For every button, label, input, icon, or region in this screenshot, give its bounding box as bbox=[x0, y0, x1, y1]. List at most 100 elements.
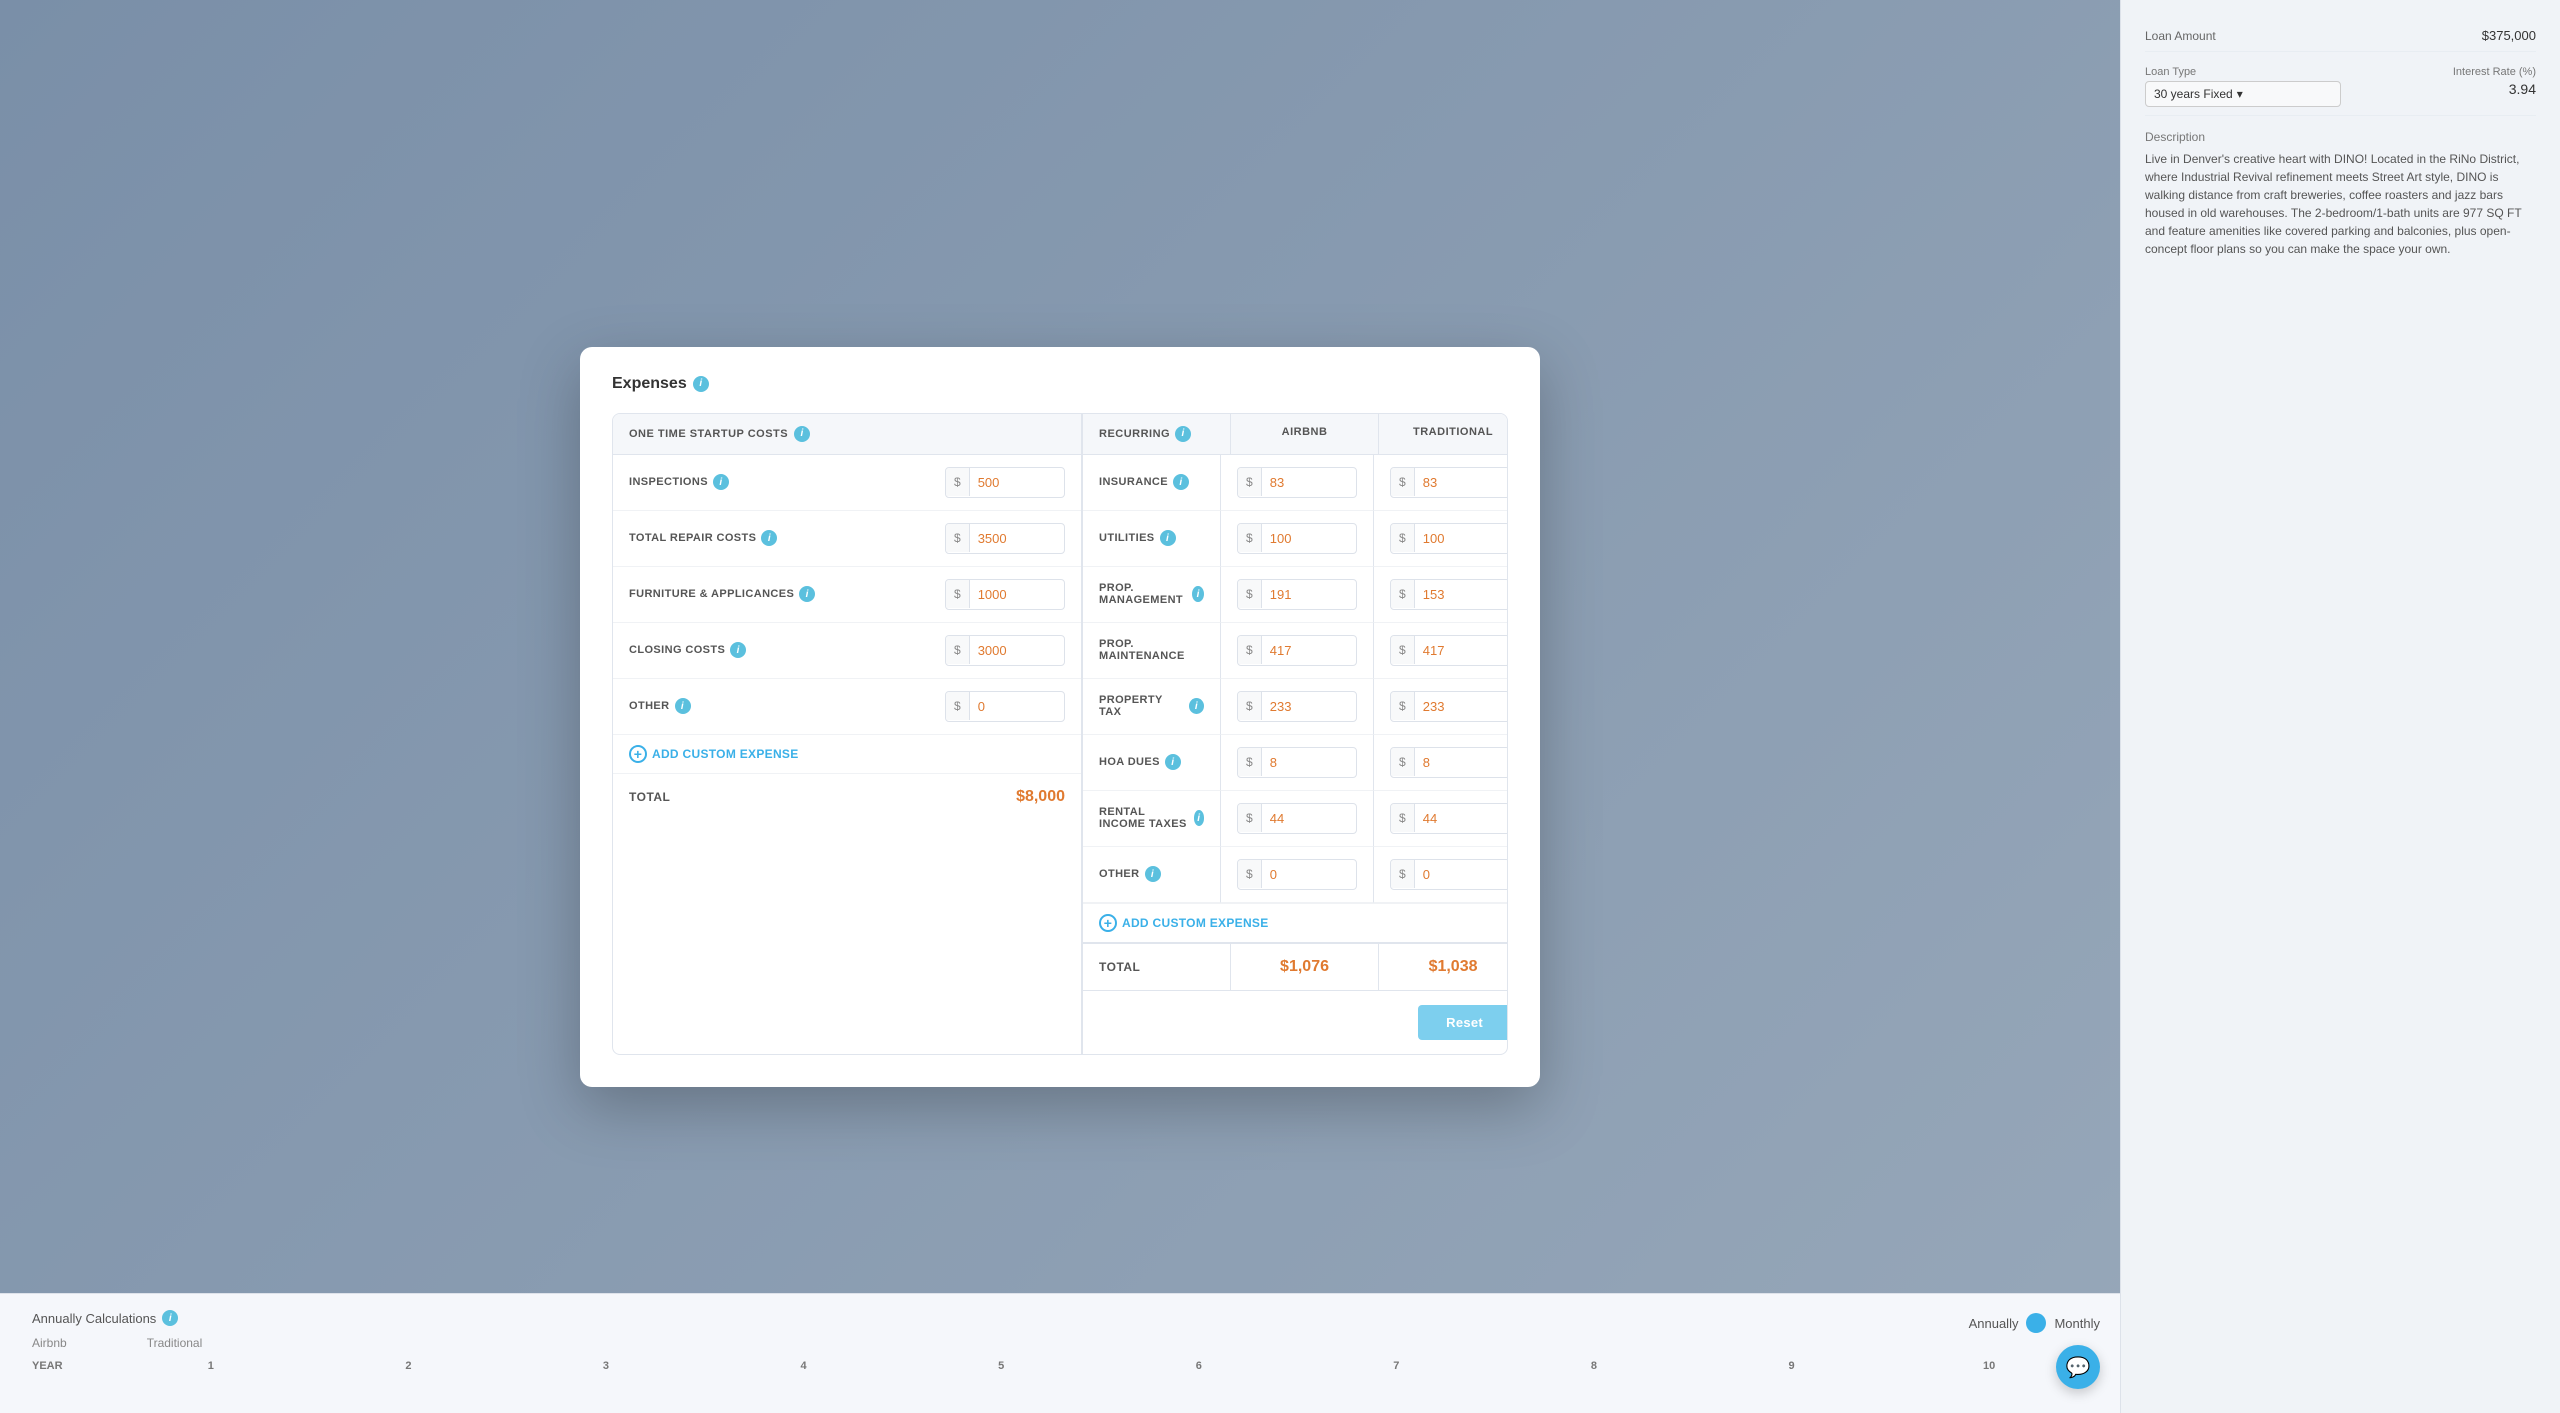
insurance-info-icon[interactable]: i bbox=[1173, 474, 1189, 490]
inspections-input[interactable] bbox=[970, 468, 1050, 497]
prop-maint-traditional-input[interactable] bbox=[1415, 636, 1495, 665]
year-7-col: 7 bbox=[1298, 1360, 1496, 1372]
left-add-custom-row: + ADD CUSTOM EXPENSE bbox=[613, 735, 1081, 774]
rental-tax-info-icon[interactable]: i bbox=[1194, 810, 1204, 826]
other-left-info-icon[interactable]: i bbox=[675, 698, 691, 714]
closing-costs-info-icon[interactable]: i bbox=[730, 642, 746, 658]
recurring-info-icon[interactable]: i bbox=[1175, 426, 1191, 442]
year-col-header: YEAR bbox=[32, 1360, 112, 1372]
annually-label: Annually bbox=[1969, 1316, 2019, 1331]
modal-overlay: Expenses i ONE TIME STARTUP COSTS i INSP… bbox=[0, 0, 2120, 1413]
utilities-label-cell: UTILITIES i bbox=[1083, 511, 1221, 567]
hoa-airbnb-input-group: $ bbox=[1237, 747, 1357, 778]
prop-mgmt-info-icon[interactable]: i bbox=[1192, 586, 1204, 602]
other-right-traditional-input[interactable] bbox=[1415, 860, 1495, 889]
hoa-label-cell: HOA DUES i bbox=[1083, 735, 1221, 791]
prop-tax-label-text: PROPERTY TAX bbox=[1099, 694, 1184, 718]
year-4-col: 4 bbox=[705, 1360, 903, 1372]
utilities-airbnb-cell: $ bbox=[1221, 511, 1374, 567]
right-add-custom-button[interactable]: + ADD CUSTOM EXPENSE bbox=[1099, 914, 1269, 932]
rental-tax-traditional-input[interactable] bbox=[1415, 804, 1495, 833]
insurance-traditional-input[interactable] bbox=[1415, 468, 1495, 497]
interest-rate-label: Interest Rate (%) bbox=[2341, 66, 2537, 78]
expenses-info-icon[interactable]: i bbox=[693, 376, 709, 392]
right-rows-grid: INSURANCE i $ $ bbox=[1083, 455, 1508, 903]
right-total-label: TOTAL bbox=[1099, 960, 1214, 974]
other-right-airbnb-currency: $ bbox=[1238, 860, 1262, 888]
prop-mgmt-traditional-input[interactable] bbox=[1415, 580, 1495, 609]
prop-mgmt-airbnb-input[interactable] bbox=[1262, 580, 1342, 609]
hoa-airbnb-input[interactable] bbox=[1262, 748, 1342, 777]
total-repair-label: TOTAL REPAIR COSTS i bbox=[629, 530, 945, 546]
insurance-airbnb-input[interactable] bbox=[1262, 468, 1342, 497]
total-repair-label-text: TOTAL REPAIR COSTS bbox=[629, 532, 756, 544]
rental-tax-label: RENTAL INCOME TAXES i bbox=[1099, 806, 1204, 830]
prop-mgmt-label-text: PROP. MANAGEMENT bbox=[1099, 582, 1187, 606]
description-label: Description bbox=[2145, 130, 2536, 144]
prop-tax-info-icon[interactable]: i bbox=[1189, 698, 1204, 714]
chat-button[interactable]: 💬 bbox=[2056, 1345, 2100, 1389]
utilities-traditional-input[interactable] bbox=[1415, 524, 1495, 553]
utilities-airbnb-currency: $ bbox=[1238, 524, 1262, 552]
total-repair-input[interactable] bbox=[970, 524, 1050, 553]
hoa-info-icon[interactable]: i bbox=[1165, 754, 1181, 770]
interest-rate-value: 3.94 bbox=[2341, 81, 2537, 97]
right-plus-circle-icon: + bbox=[1099, 914, 1117, 932]
toggle-dot[interactable] bbox=[2026, 1313, 2046, 1333]
utilities-info-icon[interactable]: i bbox=[1160, 530, 1176, 546]
reset-button[interactable]: Reset bbox=[1418, 1005, 1508, 1040]
loan-type-col: Loan Type 30 years Fixed ▾ bbox=[2145, 66, 2341, 107]
traditional-header: TRADITIONAL bbox=[1379, 414, 1508, 454]
left-header-info-icon[interactable]: i bbox=[794, 426, 810, 442]
rental-tax-airbnb-input[interactable] bbox=[1262, 804, 1342, 833]
furniture-input[interactable] bbox=[970, 580, 1050, 609]
closing-costs-input[interactable] bbox=[970, 636, 1050, 665]
other-right-traditional-currency: $ bbox=[1391, 860, 1415, 888]
prop-tax-traditional-input-group: $ bbox=[1390, 691, 1508, 722]
inspections-currency: $ bbox=[946, 468, 970, 496]
total-repair-info-icon[interactable]: i bbox=[761, 530, 777, 546]
left-total-row: TOTAL $8,000 bbox=[613, 774, 1081, 820]
utilities-traditional-currency: $ bbox=[1391, 524, 1415, 552]
other-right-info-icon[interactable]: i bbox=[1145, 866, 1161, 882]
loan-type-label: Loan Type bbox=[2145, 66, 2341, 78]
insurance-traditional-input-group: $ bbox=[1390, 467, 1508, 498]
bottom-bar-info-icon[interactable]: i bbox=[162, 1310, 178, 1326]
airbnb-col-label: Airbnb bbox=[32, 1336, 67, 1350]
right-add-custom-row: + ADD CUSTOM EXPENSE bbox=[1083, 903, 1508, 943]
right-panel: Loan Amount $375,000 Loan Type 30 years … bbox=[2120, 0, 2560, 1413]
bottom-bar-title-text: Annually Calculations bbox=[32, 1311, 156, 1326]
rental-tax-label-cell: RENTAL INCOME TAXES i bbox=[1083, 791, 1221, 847]
year-9-col: 9 bbox=[1693, 1360, 1891, 1372]
insurance-airbnb-input-group: $ bbox=[1237, 467, 1357, 498]
loan-type-select[interactable]: 30 years Fixed ▾ bbox=[2145, 81, 2341, 107]
rental-tax-airbnb-cell: $ bbox=[1221, 791, 1374, 847]
prop-tax-airbnb-input[interactable] bbox=[1262, 692, 1342, 721]
closing-costs-row: CLOSING COSTS i $ bbox=[613, 623, 1081, 679]
year-1-col: 1 bbox=[112, 1360, 310, 1372]
prop-tax-traditional-input[interactable] bbox=[1415, 692, 1495, 721]
interest-rate-col: Interest Rate (%) 3.94 bbox=[2341, 66, 2537, 107]
other-left-input[interactable] bbox=[970, 692, 1050, 721]
prop-maint-label-cell: PROP. MAINTENANCE bbox=[1083, 623, 1221, 679]
rental-tax-label-text: RENTAL INCOME TAXES bbox=[1099, 806, 1189, 830]
inspections-input-group: $ bbox=[945, 467, 1065, 498]
view-toggle: Annually Monthly bbox=[1969, 1313, 2100, 1333]
rental-tax-traditional-input-group: $ bbox=[1390, 803, 1508, 834]
hoa-label-text: HOA DUES bbox=[1099, 756, 1160, 768]
inspections-info-icon[interactable]: i bbox=[713, 474, 729, 490]
prop-maint-airbnb-input[interactable] bbox=[1262, 636, 1342, 665]
hoa-traditional-input[interactable] bbox=[1415, 748, 1495, 777]
furniture-info-icon[interactable]: i bbox=[799, 586, 815, 602]
prop-maint-traditional-cell: $ bbox=[1374, 623, 1508, 679]
prop-mgmt-traditional-currency: $ bbox=[1391, 580, 1415, 608]
rental-tax-traditional-currency: $ bbox=[1391, 804, 1415, 832]
other-right-airbnb-cell: $ bbox=[1221, 847, 1374, 903]
utilities-airbnb-input[interactable] bbox=[1262, 524, 1342, 553]
inspections-label: INSPECTIONS i bbox=[629, 474, 945, 490]
furniture-label: FURNITURE & APPLICANCES i bbox=[629, 586, 945, 602]
other-left-label-text: OTHER bbox=[629, 700, 670, 712]
left-add-custom-button[interactable]: + ADD CUSTOM EXPENSE bbox=[629, 745, 799, 763]
other-right-airbnb-input[interactable] bbox=[1262, 860, 1342, 889]
bottom-bar-cols: Airbnb Traditional bbox=[32, 1336, 2088, 1354]
